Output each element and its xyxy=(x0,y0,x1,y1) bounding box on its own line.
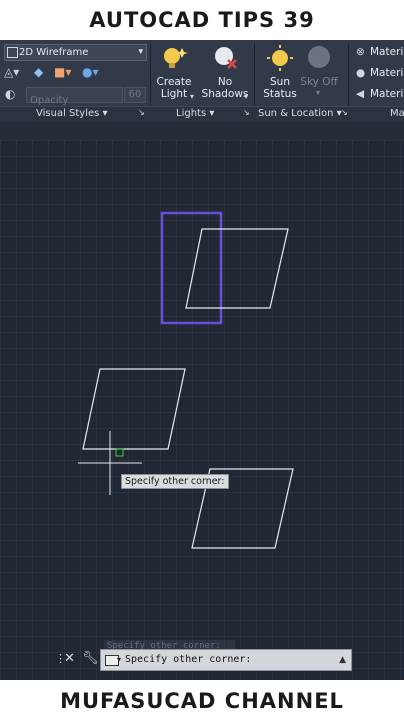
parallelogram-top[interactable] xyxy=(185,228,289,309)
command-line[interactable]: ▾ Specify other corner: ▲ xyxy=(100,649,352,671)
drawing-objects xyxy=(78,211,294,549)
command-prompt: Specify other corner: xyxy=(125,654,252,665)
channel-name: MUFASUCAD CHANNEL xyxy=(60,689,344,713)
autocad-window: 2D Wireframe ▾ ◬▾ ◆ ■▾ ●▾ ◐ Opacity 60 C… xyxy=(0,40,404,680)
chevron-up-icon[interactable]: ▲ xyxy=(339,650,346,670)
close-icon[interactable]: ✕ xyxy=(64,649,75,669)
parallelogram-middle[interactable] xyxy=(82,368,186,450)
customize-wrench-icon[interactable]: 🔧︎ xyxy=(82,649,99,669)
chevron-down-icon[interactable]: ▾ xyxy=(117,650,121,670)
cursor-tooltip: Specify other corner: xyxy=(121,474,229,489)
video-title: AUTOCAD TIPS 39 xyxy=(89,8,315,32)
